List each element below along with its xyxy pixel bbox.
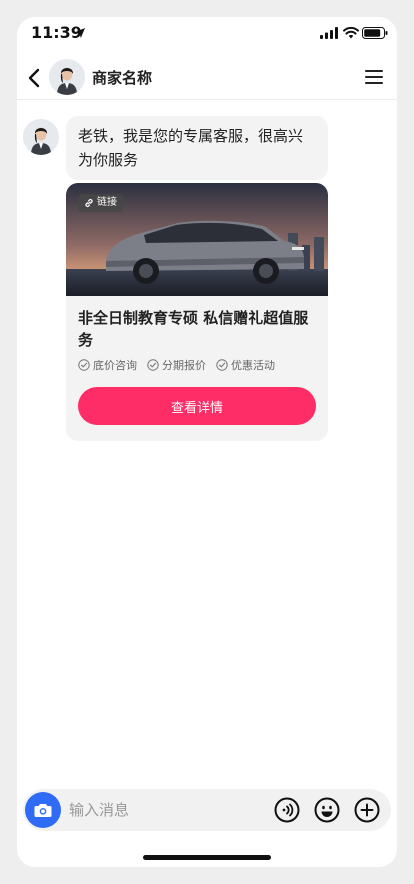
camera-icon <box>34 803 52 817</box>
promo-card[interactable]: 链接 非全日制教育专硕 私信赠礼超值服务 底价咨询 分期报价 优惠活动 查看详情 <box>66 183 328 441</box>
check-circle-icon <box>147 359 159 371</box>
battery-icon <box>362 27 388 39</box>
merchant-avatar[interactable] <box>49 59 85 95</box>
tag-item: 分期报价 <box>147 357 206 373</box>
location-arrow-icon <box>75 28 85 38</box>
tag-item: 优惠活动 <box>216 357 275 373</box>
tag-item: 底价咨询 <box>78 357 137 373</box>
merchant-name: 商家名称 <box>92 69 153 87</box>
card-title: 非全日制教育专硕 私信赠礼超值服务 <box>78 309 309 349</box>
tag-label: 底价咨询 <box>93 359 137 372</box>
emoji-icon[interactable] <box>314 797 340 823</box>
card-tags: 底价咨询 分期报价 优惠活动 <box>78 357 275 373</box>
signal-icon <box>320 27 338 39</box>
input-bar <box>23 789 391 831</box>
link-badge: 链接 <box>78 194 123 212</box>
person-icon <box>49 59 85 95</box>
check-circle-icon <box>216 359 228 371</box>
menu-icon[interactable] <box>365 69 383 85</box>
nav-bar: 商家名称 <box>17 55 397 100</box>
view-details-button[interactable]: 查看详情 <box>78 387 316 425</box>
wifi-icon <box>343 26 359 39</box>
message-input[interactable] <box>69 798 249 822</box>
person-icon <box>23 119 59 155</box>
agent-avatar[interactable] <box>23 119 59 155</box>
home-indicator[interactable] <box>143 855 271 860</box>
tag-label: 优惠活动 <box>231 359 275 372</box>
link-icon <box>85 198 93 208</box>
back-arrow-icon[interactable] <box>26 67 44 89</box>
check-circle-icon <box>78 359 90 371</box>
link-badge-label: 链接 <box>97 197 117 208</box>
plus-icon[interactable] <box>354 797 380 823</box>
voice-icon[interactable] <box>274 797 300 823</box>
phone-screen: 11:39 商家名称 老铁，我是您的专属客服，很高兴为你服务 链接 非全日制教育… <box>17 17 397 867</box>
tag-label: 分期报价 <box>162 359 206 372</box>
camera-button[interactable] <box>25 792 61 828</box>
status-bar: 11:39 <box>17 17 397 53</box>
greeting-message: 老铁，我是您的专属客服，很高兴为你服务 <box>66 116 328 180</box>
